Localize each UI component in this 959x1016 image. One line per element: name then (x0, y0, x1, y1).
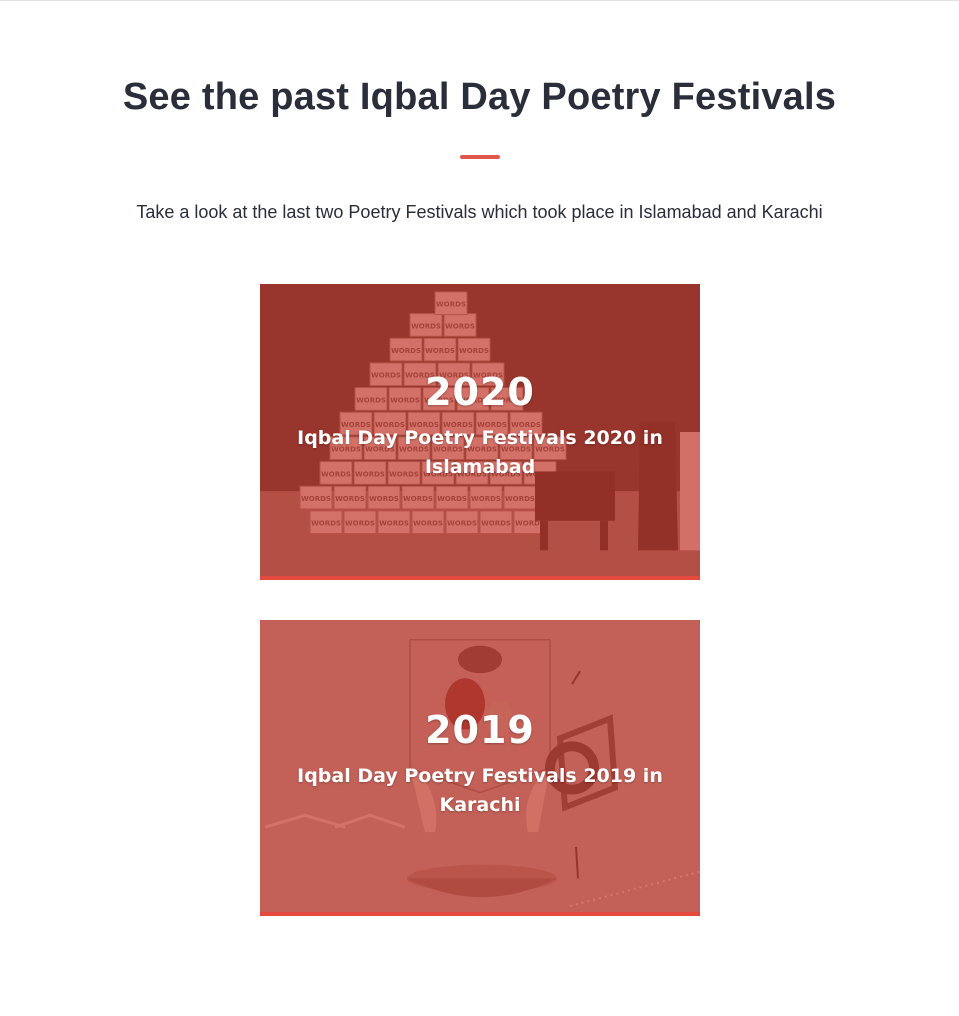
festival-year: 2020 (425, 370, 535, 414)
card-text-block: 2020 Iqbal Day Poetry Festivals 2020 in … (260, 372, 700, 482)
title-underline-accent (460, 155, 500, 159)
festival-caption: Iqbal Day Poetry Festivals 2019 in Karac… (297, 765, 663, 816)
festival-card-2019[interactable]: 2019 Iqbal Day Poetry Festivals 2019 in … (260, 620, 700, 916)
festival-year: 2019 (425, 708, 535, 752)
card-text-block: 2019 Iqbal Day Poetry Festivals 2019 in … (260, 710, 700, 820)
section-title: See the past Iqbal Day Poetry Festivals (122, 76, 837, 118)
section-subtitle: Take a look at the last two Poetry Festi… (136, 202, 823, 222)
festival-card-2020[interactable]: WORDSWORDSWORDSWORDSWORDSWORDSWORDSWORDS… (260, 284, 700, 580)
festival-caption: Iqbal Day Poetry Festivals 2020 in Islam… (297, 427, 663, 478)
top-divider (0, 0, 959, 1)
